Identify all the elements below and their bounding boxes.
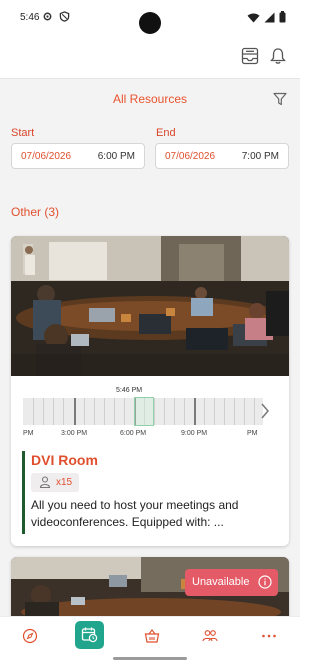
resource-filter-title[interactable]: All Resources <box>0 92 300 106</box>
more-icon[interactable] <box>261 628 277 644</box>
home-indicator[interactable] <box>113 657 187 660</box>
timeline-track[interactable] <box>23 397 263 426</box>
timeline-tick <box>104 398 105 425</box>
chevron-right-icon[interactable] <box>259 402 271 420</box>
capacity-badge: x15 <box>31 473 79 492</box>
people-icon[interactable] <box>202 628 218 644</box>
timeline-tick <box>63 398 64 425</box>
timeline-hour-label: 3:00 PM <box>61 430 88 437</box>
timeline-major-tick <box>74 398 76 425</box>
camera-cutout <box>139 12 161 34</box>
timeline-hour-label: 9:00 PM <box>181 430 208 437</box>
end-datetime-field[interactable]: 07/06/2026 7:00 PM <box>155 143 289 169</box>
end-time[interactable]: 7:00 PM <box>242 151 279 162</box>
capacity-value: x15 <box>56 477 73 488</box>
timeline-hour-label: 6:00 PM <box>120 430 147 437</box>
status-bar: 5:46 <box>0 0 300 38</box>
timeline-tick <box>254 398 255 425</box>
inbox-icon[interactable] <box>241 47 259 65</box>
resource-card[interactable]: 5:46 PM PM 3:00 PM 6:00 PM 9:00 PM PM DV… <box>11 236 289 546</box>
start-label: Start <box>11 127 35 139</box>
app-header <box>0 38 300 79</box>
timeline-tick <box>224 398 225 425</box>
resource-name[interactable]: DVI Room <box>31 452 98 468</box>
filter-icon[interactable] <box>273 92 287 106</box>
info-icon[interactable] <box>258 575 272 589</box>
app-screen: 5:46 All Resources Start 07/06/2026 6:00… <box>0 0 300 669</box>
timeline-current-slot[interactable] <box>134 397 154 426</box>
timeline-tick <box>84 398 85 425</box>
timeline-hour-label: PM <box>247 430 258 437</box>
signal-icon <box>264 12 275 22</box>
timeline-major-tick <box>194 398 196 425</box>
meeting-room-photo <box>11 236 289 376</box>
start-time[interactable]: 6:00 PM <box>98 151 135 162</box>
timeline-tick <box>114 398 115 425</box>
timeline-tick <box>53 398 54 425</box>
unavailable-badge[interactable]: Unavailable <box>185 569 278 596</box>
end-label: End <box>156 127 176 139</box>
timeline-tick <box>184 398 185 425</box>
resource-description: All you need to host your meetings and v… <box>31 498 239 529</box>
start-datetime-field[interactable]: 07/06/2026 6:00 PM <box>11 143 145 169</box>
notification-bell-icon[interactable] <box>269 47 287 65</box>
basket-icon[interactable] <box>144 628 160 644</box>
timeline-tick <box>164 398 165 425</box>
shield-icon <box>59 11 70 22</box>
section-title: Other (3) <box>11 205 60 219</box>
end-date[interactable]: 07/06/2026 <box>165 151 215 162</box>
unavailable-label: Unavailable <box>192 576 250 588</box>
bottom-navigation <box>0 616 300 669</box>
timeline-tick <box>234 398 235 425</box>
calendar-clock-icon[interactable] <box>81 626 98 643</box>
availability-timeline[interactable]: 5:46 PM PM 3:00 PM 6:00 PM 9:00 PM PM <box>11 384 289 444</box>
status-right-icons <box>247 11 286 23</box>
timeline-tick <box>204 398 205 425</box>
status-time: 5:46 <box>20 12 40 23</box>
person-icon <box>39 476 51 488</box>
timeline-hour-label: PM <box>23 430 34 437</box>
compass-icon[interactable] <box>22 628 38 644</box>
settings-icon <box>43 12 52 21</box>
wifi-icon <box>247 13 260 22</box>
start-date[interactable]: 07/06/2026 <box>21 151 71 162</box>
timeline-tick <box>244 398 245 425</box>
resource-accent-bar <box>22 451 25 534</box>
timeline-tick <box>214 398 215 425</box>
timeline-tick <box>124 398 125 425</box>
timeline-tick <box>174 398 175 425</box>
timeline-tick <box>33 398 34 425</box>
timeline-tick <box>94 398 95 425</box>
timeline-tick <box>154 398 155 425</box>
timeline-tick <box>43 398 44 425</box>
battery-icon <box>279 11 286 23</box>
timeline-now-label: 5:46 PM <box>116 387 143 394</box>
nav-active-indicator[interactable] <box>75 621 104 649</box>
